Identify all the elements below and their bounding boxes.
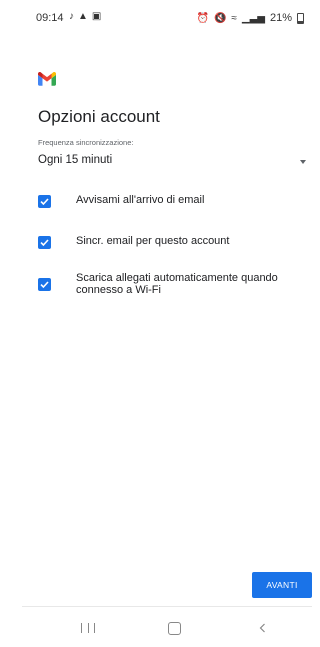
page-title: Opzioni account: [38, 107, 160, 126]
back-icon[interactable]: [258, 623, 268, 633]
status-bar: 09:14 ♪ ▲ ▣ ⏰ 🔇 ≈ ▁▃▅ 21%: [22, 0, 312, 36]
check-icon: [40, 239, 49, 247]
status-time: 09:14: [36, 12, 64, 24]
check-icon: [40, 281, 49, 289]
bell-icon: ♪: [69, 11, 74, 22]
home-icon[interactable]: [168, 622, 181, 635]
battery-percent: 21%: [269, 12, 292, 24]
status-left-icons: ♪ ▲ ▣: [69, 11, 101, 22]
navigation-bar: [22, 606, 312, 647]
battery-icon: [297, 12, 304, 24]
alarm-icon: ⏰: [196, 12, 209, 24]
frequency-value: Ogni 15 minuti: [38, 154, 113, 166]
wifi-icon: ≈: [231, 12, 237, 24]
frequency-select[interactable]: Ogni 15 minuti: [38, 152, 306, 172]
recent-apps-icon[interactable]: [81, 623, 95, 633]
status-right: ⏰ 🔇 ≈ ▁▃▅ 21%: [196, 12, 304, 24]
gmail-logo: [38, 72, 56, 86]
mute-icon: 🔇: [213, 12, 227, 24]
image-icon: ▣: [91, 11, 102, 22]
checkbox-attachments[interactable]: [38, 278, 51, 291]
check-icon: [40, 198, 49, 206]
dropdown-arrow-icon: [300, 160, 306, 164]
frequency-label: Frequenza sincronizzazione:: [38, 138, 134, 147]
option-label: Avvisami all'arrivo di email: [76, 194, 205, 206]
next-button[interactable]: AVANTI: [252, 572, 312, 598]
option-label: Sincr. email per questo account: [76, 235, 230, 247]
checkbox-sync[interactable]: [38, 236, 51, 249]
option-label: Scarica allegati automaticamente quando …: [76, 272, 278, 296]
screen: 09:14 ♪ ▲ ▣ ⏰ 🔇 ≈ ▁▃▅ 21% Opzioni accoun…: [22, 0, 312, 646]
checkbox-notify[interactable]: [38, 195, 51, 208]
alert-icon: ▲: [78, 11, 88, 22]
signal-icon: ▁▃▅: [241, 12, 265, 24]
